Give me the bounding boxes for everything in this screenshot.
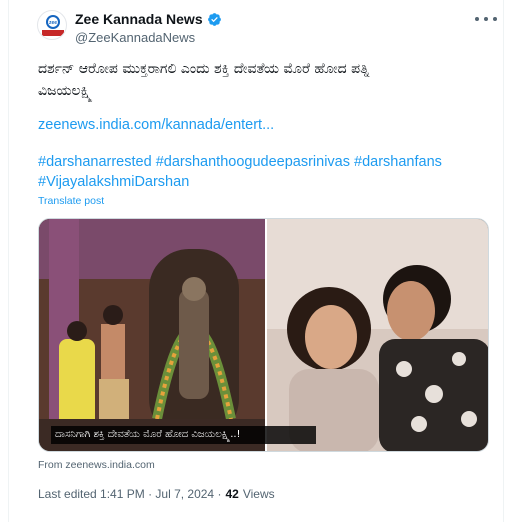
media-caption: ದಾಸನಿಗಾಗಿ ಶಕ್ತಿ ದೇವತೆಯ ಮೊರೆ ಹೋದ ವಿಜಯಲಕ್ಷ… [51,426,316,444]
media-image [39,219,488,451]
views-label: Views [242,487,275,501]
translate-post-link[interactable]: Translate post [38,195,104,207]
hashtag[interactable]: #darshanfans [354,154,442,170]
tweet-card[interactable]: zee Zee Kannada News @ZeeKannadaNews ದರ್… [8,0,504,522]
tweet-text-line: ದರ್ಶನ್ ಆರೋಪ ಮುಕ್ತರಾಗಲಿ ಎಂದು ಶಕ್ತಿ ದೇವತೆಯ… [38,61,370,77]
tweet-text: ದರ್ಶನ್ ಆರೋಪ ಮುಕ್ತರಾಗಲಿ ಎಂದು ಶಕ್ತಿ ದೇವತೆಯ… [38,58,488,102]
media-source[interactable]: From zeenews.india.com [38,459,155,471]
author-avatar[interactable]: zee [37,10,67,40]
tweet-meta: Last edited 1:41 PM · Jul 7, 2024 · 42 V… [38,487,275,501]
edited-timestamp[interactable]: Last edited 1:41 PM · Jul 7, 2024 · [38,487,221,501]
hashtag[interactable]: #darshanthoogudeepasrinivas [156,154,350,170]
article-link[interactable]: zeenews.india.com/kannada/entert... [38,117,274,133]
zee-logo: zee [42,15,64,36]
author-name-row[interactable]: Zee Kannada News [75,10,222,28]
media-card[interactable]: ದಾಸನಿಗಾಗಿ ಶಕ್ತಿ ದೇವತೆಯ ಮೊರೆ ಹೋದ ವಿಜಯಲಕ್ಷ… [38,218,489,452]
author-display-name[interactable]: Zee Kannada News [75,11,203,27]
more-options-icon[interactable] [475,12,497,26]
author-handle[interactable]: @ZeeKannadaNews [75,30,195,45]
tweet-text-line: ವಿಜಯಲಕ್ಷ್ಮಿ [38,83,93,99]
verified-badge-icon [207,12,221,26]
hashtag[interactable]: #darshanarrested [38,154,152,170]
svg-text:zee: zee [49,20,57,26]
views-count: 42 [225,487,239,501]
hashtag-list: #darshanarrested #darshanthoogudeepasrin… [38,152,508,192]
hashtag[interactable]: #VijayalakshmiDarshan [38,174,189,190]
